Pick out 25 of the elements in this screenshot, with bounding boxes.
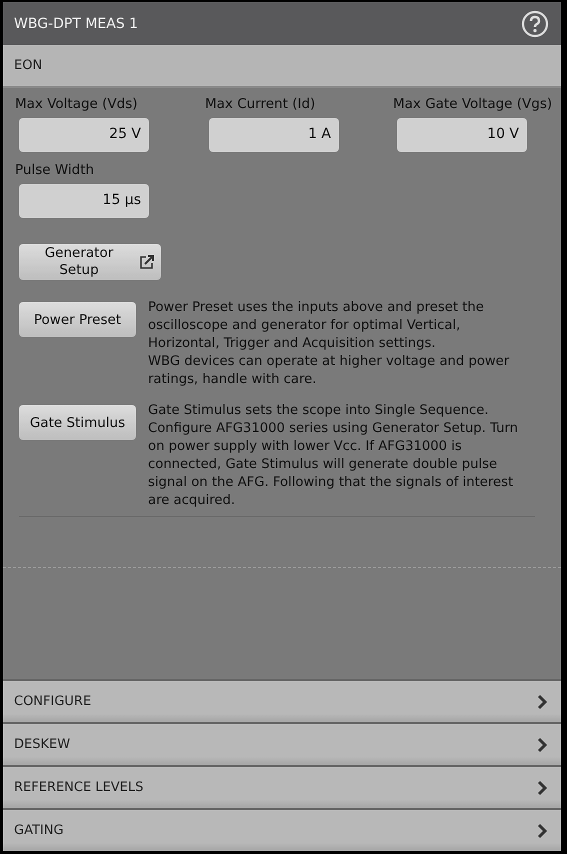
description-text: Power Preset uses the inputs above and preset the oscilloscope and generator for optimal Vertical, Horizontal, Trigger and Acquisition settings. WBG devices can operate at higher voltage and power ratings, handle with care. [148, 299, 510, 389]
chevron-right-icon [537, 780, 547, 796]
action-button[interactable]: Power Preset [19, 302, 136, 337]
menu-item[interactable]: REFERENCE LEVELS [3, 765, 561, 808]
window-title: WBG-DPT MEAS 1 [14, 16, 138, 32]
field-label: Pulse Width [15, 162, 96, 178]
chevron-right-icon [537, 822, 547, 838]
field-label: Max Current (Id) [205, 96, 316, 112]
menu-item[interactable]: DESKEW [3, 722, 561, 765]
field-label: Max Gate Voltage (Vgs) [393, 96, 554, 112]
field-label: Max Voltage (Vds) [15, 96, 139, 112]
section-header[interactable]: EON [3, 45, 561, 88]
action-button[interactable]: Gate Stimulus [19, 405, 136, 440]
help-icon[interactable] [521, 10, 549, 38]
input-field[interactable]: 1 A [209, 118, 339, 152]
chevron-right-icon [537, 694, 547, 710]
generator-setup-button[interactable]: Generator Setup [19, 244, 161, 280]
external-link-icon [139, 254, 155, 270]
menu-item[interactable]: GATING [3, 808, 561, 851]
input-field[interactable]: 25 V [19, 118, 149, 152]
description-text: Gate Stimulus sets the scope into Single Sequence. Configure AFG31000 series using Generator Setup. Turn on power supply with lower Vcc. If AFG31000 is connected, Gate Stimulus will generate double pulse signal on the AFG. Following that the signals of interest are acquired. [148, 402, 520, 510]
input-field[interactable]: 10 V [397, 118, 527, 152]
chevron-right-icon [537, 736, 547, 752]
input-field[interactable]: 15 µs [19, 184, 149, 218]
menu-item[interactable]: CONFIGURE [3, 679, 561, 722]
